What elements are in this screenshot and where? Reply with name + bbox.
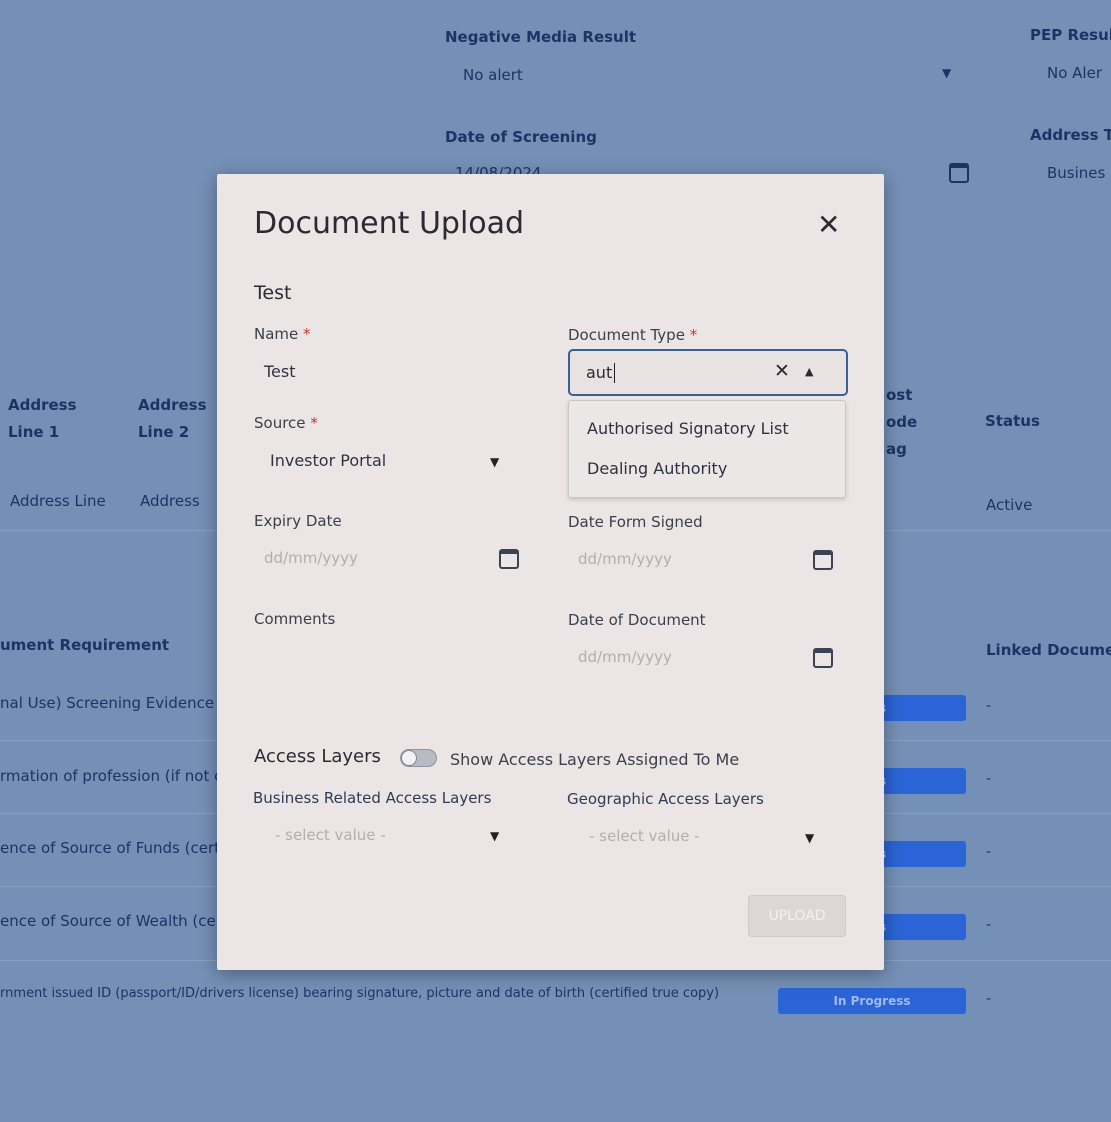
modal-title: Document Upload <box>254 206 525 241</box>
col-post-b: ode <box>886 413 918 431</box>
status-button[interactable]: In Progress <box>778 988 966 1014</box>
geographic-access-label: Geographic Access Layers <box>567 790 764 808</box>
clear-icon[interactable]: ✕ <box>774 360 790 382</box>
chevron-down-icon: ▼ <box>805 831 815 845</box>
geographic-access-select[interactable]: - select value - <box>589 827 700 845</box>
dropdown-option[interactable]: Authorised Signatory List <box>587 419 789 438</box>
requirement-row: nal Use) Screening Evidence <box>0 694 215 712</box>
pep-label: PEP Result <box>1030 26 1111 44</box>
calendar-icon[interactable] <box>499 549 519 569</box>
col-address1-b: Line 1 <box>8 423 60 441</box>
chevron-down-icon: ▼ <box>942 66 952 80</box>
document-upload-modal: Document Upload ✕ Test Name * Test Docum… <box>217 174 884 970</box>
linked-doc: - <box>986 844 992 860</box>
col-address1: Address <box>8 396 77 414</box>
comments-textarea[interactable] <box>254 634 544 704</box>
date-screening-label: Date of Screening <box>445 128 597 146</box>
business-access-label: Business Related Access Layers <box>253 789 492 807</box>
date-form-signed-label: Date Form Signed <box>568 513 703 531</box>
section-title: Test <box>254 282 292 304</box>
col-post-a: ost <box>886 386 913 404</box>
chevron-down-icon: ▼ <box>490 455 500 469</box>
document-type-combobox[interactable]: aut ✕ ▲ <box>568 349 848 396</box>
comments-label: Comments <box>254 610 336 628</box>
close-icon[interactable]: ✕ <box>817 208 840 241</box>
toggle-label: Show Access Layers Assigned To Me <box>450 750 740 769</box>
linked-doc: - <box>986 771 992 787</box>
text-cursor <box>614 363 615 383</box>
col-address2: Address <box>138 396 207 414</box>
col-status: Status <box>985 412 1040 430</box>
document-type-input[interactable]: aut <box>586 363 612 382</box>
name-label: Name * <box>254 325 311 343</box>
row-address2: Address <box>140 492 200 510</box>
col-post-c: ag <box>886 440 907 458</box>
source-select[interactable]: Investor Portal <box>270 451 386 470</box>
address-type-value: Busines <box>1047 164 1106 182</box>
address-type-label: Address Ty <box>1030 126 1111 144</box>
document-type-label: Document Type * <box>568 326 698 344</box>
negative-media-label: Negative Media Result <box>445 28 637 46</box>
dropdown-option[interactable]: Dealing Authority <box>587 459 727 478</box>
business-access-select[interactable]: - select value - <box>275 826 386 844</box>
col-address2-b: Line 2 <box>138 423 190 441</box>
row-status: Active <box>986 496 1033 514</box>
upload-button[interactable]: UPLOAD <box>748 895 846 937</box>
date-of-document-label: Date of Document <box>568 611 706 629</box>
access-layers-title: Access Layers <box>254 746 381 767</box>
access-layers-toggle[interactable] <box>400 749 437 767</box>
expiry-date-label: Expiry Date <box>254 512 342 530</box>
calendar-icon[interactable] <box>813 648 833 668</box>
linked-header: Linked Documen <box>986 641 1111 659</box>
requirement-row: ence of Source of Funds (certifi <box>0 839 234 857</box>
requirement-header: ument Requirement <box>0 636 170 654</box>
date-of-document-input[interactable]: dd/mm/yyyy <box>578 648 672 666</box>
source-label: Source * <box>254 414 318 432</box>
requirement-row: ence of Source of Wealth (certi <box>0 912 232 930</box>
requirement-row: rnment issued ID (passport/ID/drivers li… <box>0 986 720 1001</box>
expiry-date-input[interactable]: dd/mm/yyyy <box>264 549 358 567</box>
pep-select[interactable]: No Aler <box>1047 64 1102 82</box>
toggle-knob <box>401 750 417 766</box>
date-form-signed-input[interactable]: dd/mm/yyyy <box>578 550 672 568</box>
calendar-icon[interactable] <box>949 163 969 183</box>
requirement-row: rmation of profession (if not on <box>0 767 233 785</box>
linked-doc: - <box>986 991 992 1007</box>
name-input[interactable]: Test <box>264 362 296 381</box>
row-address1: Address Line <box>10 492 106 510</box>
linked-doc: - <box>986 698 992 714</box>
chevron-up-icon[interactable]: ▲ <box>805 365 813 378</box>
negative-media-select[interactable]: No alert <box>463 66 523 84</box>
chevron-down-icon: ▼ <box>490 829 500 843</box>
linked-doc: - <box>986 917 992 933</box>
calendar-icon[interactable] <box>813 550 833 570</box>
document-type-dropdown: Authorised Signatory List Dealing Author… <box>568 400 846 498</box>
